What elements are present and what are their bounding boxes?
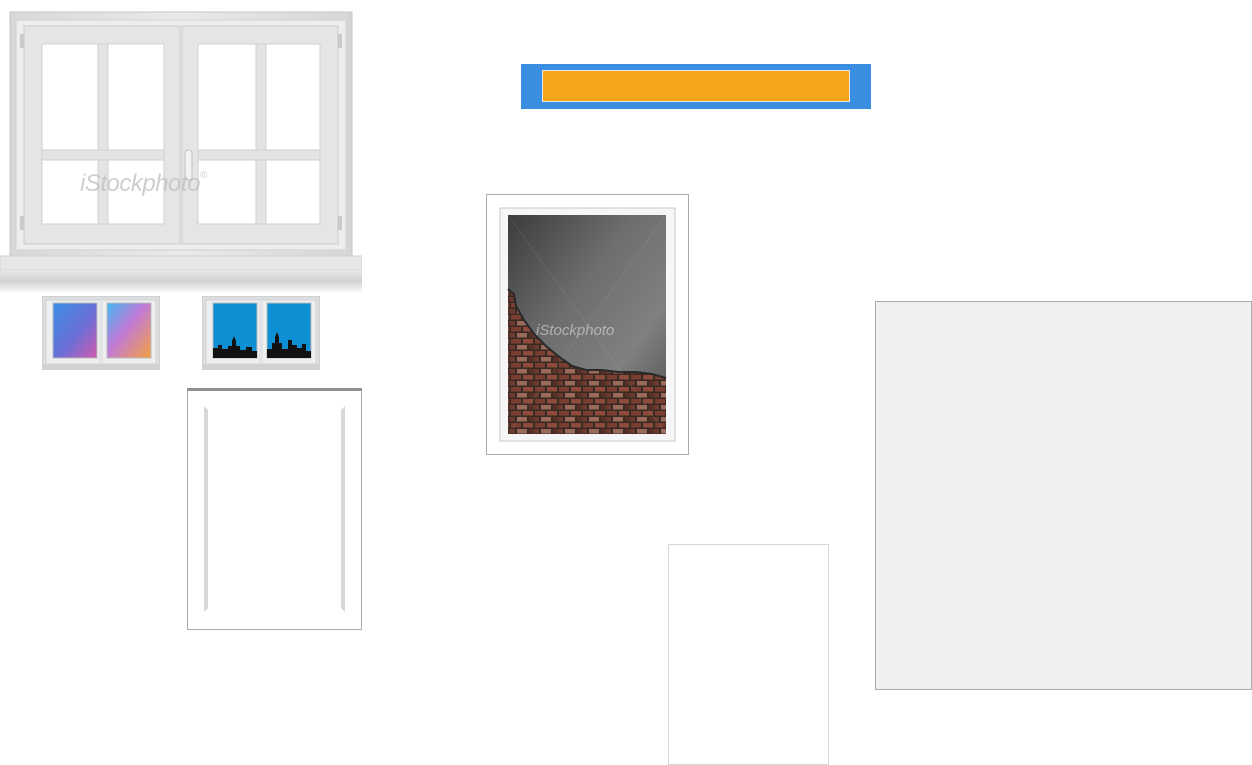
- small-window-skyline: [202, 296, 320, 370]
- small-window-gradient-icon: [42, 296, 160, 370]
- brick-frame: iStockphoto: [486, 194, 689, 455]
- watermark-registered: ®: [199, 170, 207, 181]
- banner-inner-bar: [542, 70, 850, 102]
- double-casement-window-icon: [0, 11, 362, 294]
- gray-panel: [875, 301, 1252, 690]
- watermark-text-2: iStockphoto: [536, 322, 615, 339]
- blank-frame: [668, 544, 829, 765]
- small-window-skyline-icon: [202, 296, 320, 370]
- watermark: iStockphoto®: [80, 170, 207, 198]
- door-panel-icon: [187, 388, 362, 630]
- watermark-2: iStockphoto: [536, 322, 614, 339]
- door-panel: [187, 388, 362, 630]
- large-window: iStockphoto®: [0, 10, 362, 300]
- small-window-gradient: [42, 296, 160, 370]
- watermark-text: iStockphoto: [80, 170, 200, 197]
- banner: [521, 64, 871, 109]
